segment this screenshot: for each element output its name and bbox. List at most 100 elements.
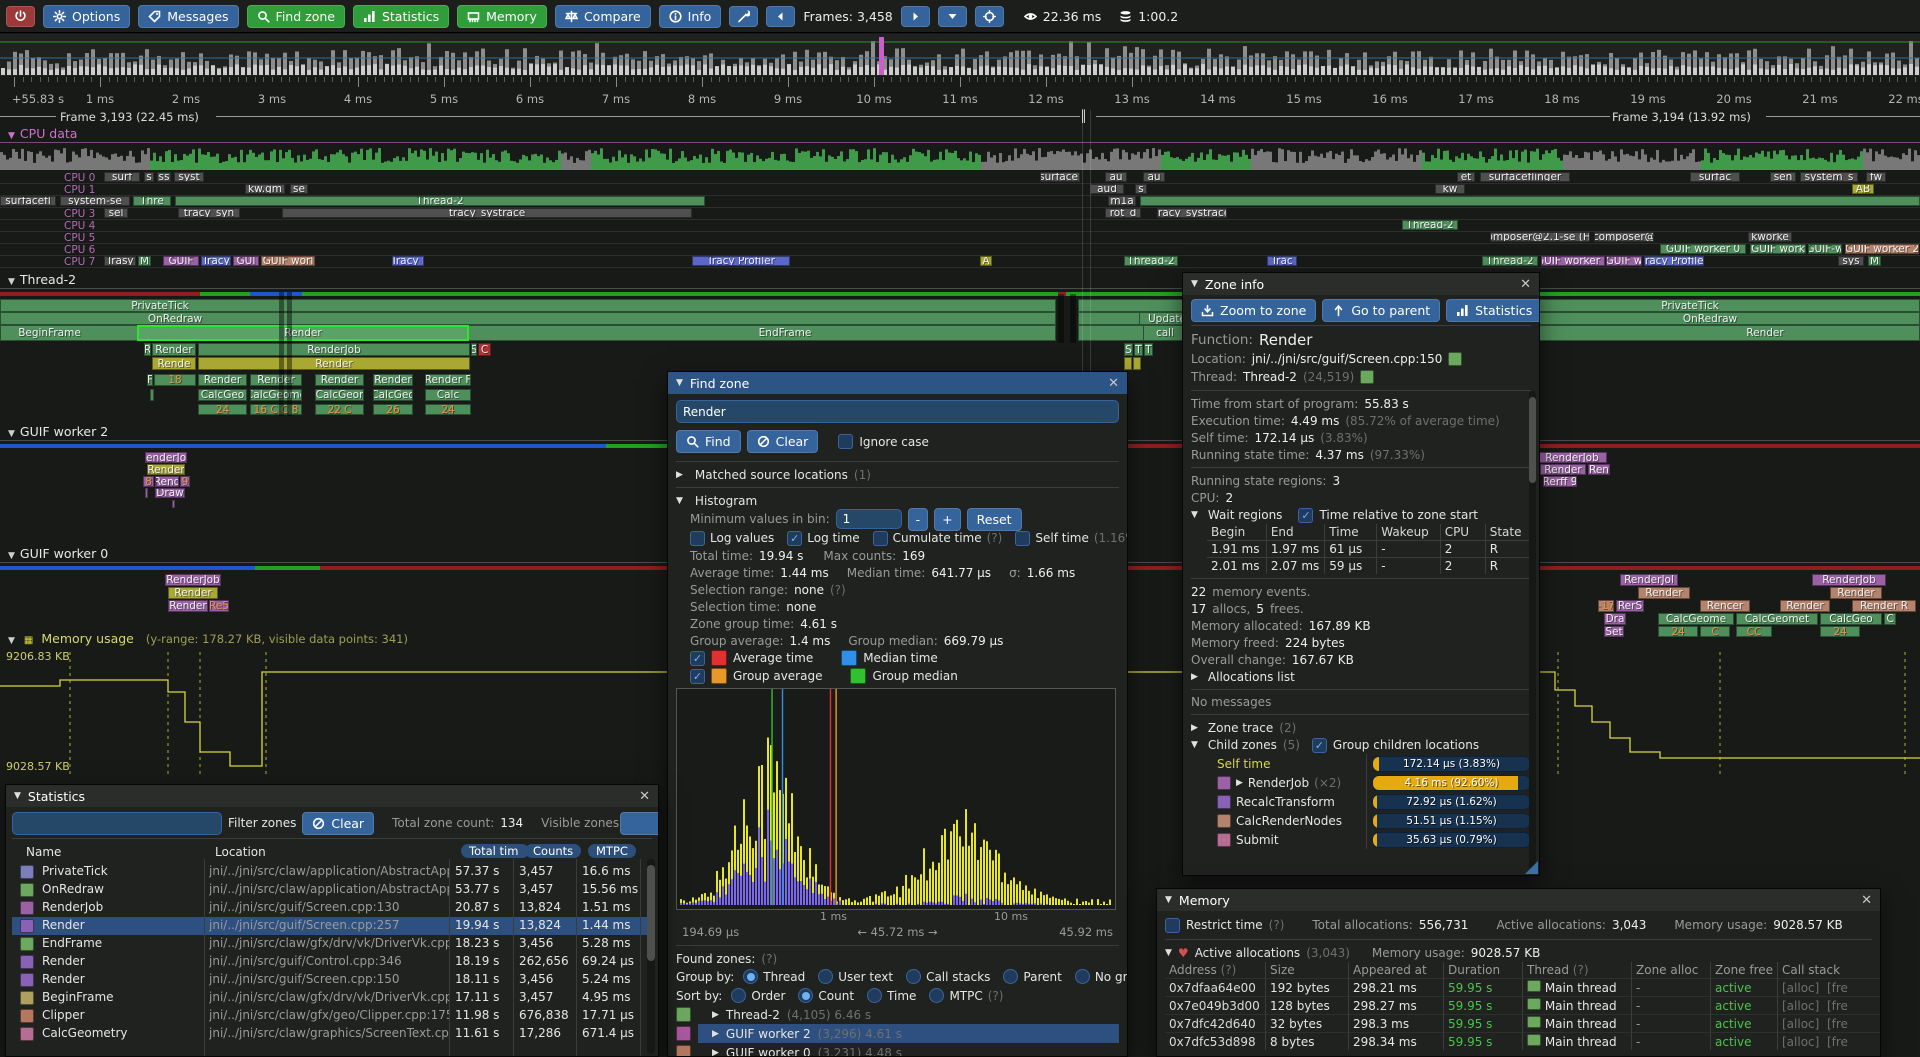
zone--17[interactable]: -17: [1598, 600, 1614, 612]
zone-RenderJol[interactable]: RenderJol: [1620, 574, 1678, 586]
zone-syst[interactable]: syst: [174, 172, 204, 182]
allocation-row[interactable]: 0x7dfc42d64032 bytes298.3 ms59.95 s Main…: [1165, 1015, 1881, 1033]
child-zone-row[interactable]: Self time172.14 µs (3.83%): [1191, 754, 1531, 773]
zone-Render[interactable]: Render: [1780, 600, 1830, 612]
col-header-name[interactable]: Name: [26, 845, 61, 859]
zone-au[interactable]: au: [1143, 172, 1165, 182]
zone-RenderJob[interactable]: RenderJob: [145, 452, 187, 463]
power-button[interactable]: [6, 6, 35, 27]
cumulate-time-checkbox[interactable]: [873, 531, 888, 546]
find-zone-histogram[interactable]: [676, 688, 1116, 910]
messages-button[interactable]: Messages: [138, 5, 238, 28]
log-time-checkbox[interactable]: ✓: [787, 531, 802, 546]
group-children-checkbox[interactable]: ✓: [1312, 738, 1327, 753]
zone-Render[interactable]: Render: [152, 343, 196, 356]
found-zone-row[interactable]: ▶Thread-2(4,105) 6.46 s: [676, 1005, 1119, 1024]
zone-s[interactable]: s: [1135, 184, 1147, 194]
child-zone-row[interactable]: CalcRenderNodes51.51 µs (1.15%): [1191, 811, 1531, 830]
frame-3193-label[interactable]: Frame 3,193 (22.45 ms): [60, 110, 199, 124]
zone-kw[interactable]: kw: [1435, 184, 1465, 194]
group-by-radio-parent[interactable]: [1003, 969, 1018, 984]
find-zone-titlebar[interactable]: ▼ Find zone ✕: [668, 372, 1127, 394]
collapse-icon[interactable]: ▼: [1191, 740, 1198, 750]
zone-Render[interactable]: Render: [147, 464, 185, 475]
options-button[interactable]: Options: [43, 5, 130, 28]
child-zone-row[interactable]: ▶RenderJob(×2)4.16 ms (92.60%): [1191, 773, 1531, 792]
find-zone-button[interactable]: Find zone: [247, 5, 345, 28]
statistics-row[interactable]: BeginFramejni/../jni/src/claw/gfx/drv/vk…: [12, 989, 652, 1007]
zone-surf[interactable]: surf: [104, 172, 140, 182]
reset-button[interactable]: Reset: [967, 508, 1022, 531]
zone-Thread-2[interactable]: Thread-2: [175, 196, 705, 206]
zone-8[interactable]: 8: [143, 476, 154, 487]
zone-CalcGeomet[interactable]: CalcGeomet: [1736, 613, 1818, 625]
expand-icon[interactable]: ▶: [712, 1010, 719, 1020]
statistics-row[interactable]: Renderjni/../jni/src/guif/Control.cpp:34…: [12, 953, 652, 971]
child-time-bar[interactable]: 35.63 µs (0.79%): [1372, 832, 1531, 848]
child-time-bar[interactable]: 51.51 µs (1.15%): [1372, 813, 1531, 829]
statistics-button[interactable]: Statistics: [353, 5, 449, 28]
expand-icon[interactable]: ▶: [712, 1048, 719, 1057]
zone-A[interactable]: A: [980, 256, 992, 266]
zone-composer@[interactable]: composer@: [1594, 232, 1654, 242]
restrict-time-checkbox[interactable]: [1165, 918, 1180, 933]
zone-system-se[interactable]: system-se: [60, 196, 130, 206]
zone-16 C C 8[interactable]: 16 C C 8: [250, 404, 302, 415]
zone-GUIF worker 2[interactable]: GUIF worker 2: [1845, 244, 1919, 254]
zone-RenderJob[interactable]: RenderJob: [165, 574, 221, 586]
zone-OnRedraw[interactable]: OnRedraw: [120, 312, 230, 325]
info-button[interactable]: Info: [659, 5, 722, 28]
zone-aud[interactable]: aud: [1090, 184, 1124, 194]
collapse-icon[interactable]: ▼: [676, 496, 683, 506]
zone-Rend[interactable]: Rend: [155, 476, 179, 487]
log-values-checkbox[interactable]: [690, 531, 705, 546]
frame-markers-row[interactable]: Frame 3,193 (22.45 ms)Frame 3,194 (13.92…: [0, 108, 1920, 124]
zone-C[interactable]: C: [1884, 613, 1896, 625]
zone-GUIF w[interactable]: GUIF w: [1606, 256, 1642, 266]
zone-Render[interactable]: Render: [168, 600, 208, 612]
next-frame-button[interactable]: [901, 6, 930, 27]
found-zone-row[interactable]: ▶GUIF worker 0(3,231) 4.48 s: [676, 1043, 1119, 1057]
statistics-row[interactable]: OnRedrawjni/../jni/src/claw/application/…: [12, 881, 652, 899]
zone-rot_d[interactable]: rot_d: [1105, 208, 1141, 218]
zone-Render[interactable]: Render: [168, 587, 218, 599]
zone-GUIF work[interactable]: GUIF work: [1750, 244, 1806, 254]
expand-icon[interactable]: ▶: [1191, 672, 1198, 682]
child-time-bar[interactable]: 4.16 ms (92.60%): [1372, 775, 1531, 791]
increase-bin-button[interactable]: +: [934, 508, 960, 531]
cut-button[interactable]: [620, 812, 659, 835]
zone-Thread-2[interactable]: Thread-2: [1124, 256, 1178, 266]
legend-checkbox[interactable]: ✓: [690, 669, 705, 684]
allocation-row[interactable]: 0x7dfc53d8988 bytes298.34 ms59.95 s Main…: [1165, 1033, 1881, 1051]
zone-26[interactable]: 26: [373, 404, 413, 415]
zone-RenderJob[interactable]: RenderJob: [1537, 452, 1607, 463]
find-button[interactable]: Find: [676, 430, 741, 453]
close-icon[interactable]: ✕: [1520, 277, 1531, 292]
compare-button[interactable]: Compare: [555, 5, 651, 28]
resize-grip[interactable]: [1525, 861, 1538, 874]
zone-block[interactable]: [1124, 357, 1132, 370]
memory-titlebar[interactable]: ▼ Memory ✕: [1157, 889, 1880, 911]
expand-icon[interactable]: ▶: [712, 1029, 719, 1039]
zone-call[interactable]: call: [1143, 325, 1187, 341]
zone-surfacel[interactable]: surfacel: [1040, 172, 1080, 182]
zone-R[interactable]: R: [144, 343, 151, 356]
zone-se[interactable]: se: [290, 184, 308, 194]
close-icon[interactable]: ✕: [1108, 376, 1119, 391]
statistics-row[interactable]: Clipperjni/../jni/src/claw/gfx/geo/Clipp…: [12, 1007, 652, 1025]
zone-RerS[interactable]: RerS: [1616, 600, 1644, 612]
zone-surfacefl[interactable]: surfacefl: [0, 196, 56, 206]
zone-kw.gm[interactable]: kw.gm: [245, 184, 285, 194]
self-time-checkbox[interactable]: [1015, 531, 1030, 546]
thread-swatch[interactable]: [1360, 370, 1374, 384]
zone-Tracy I[interactable]: Tracy I: [392, 256, 424, 266]
zone-trace-label[interactable]: Zone trace: [1208, 721, 1273, 735]
zone-block[interactable]: [1133, 357, 1141, 370]
col-header-counts[interactable]: Counts: [525, 844, 581, 858]
zone-Draw[interactable]: Draw: [155, 488, 185, 498]
child-time-bar[interactable]: 172.14 µs (3.83%): [1372, 756, 1531, 772]
group-by-radio-user-text[interactable]: [818, 969, 833, 984]
find-zone-search-input[interactable]: Render: [676, 400, 1119, 423]
zone-Render[interactable]: Render: [1540, 464, 1586, 475]
zone-Render[interactable]: Render: [1638, 587, 1690, 599]
